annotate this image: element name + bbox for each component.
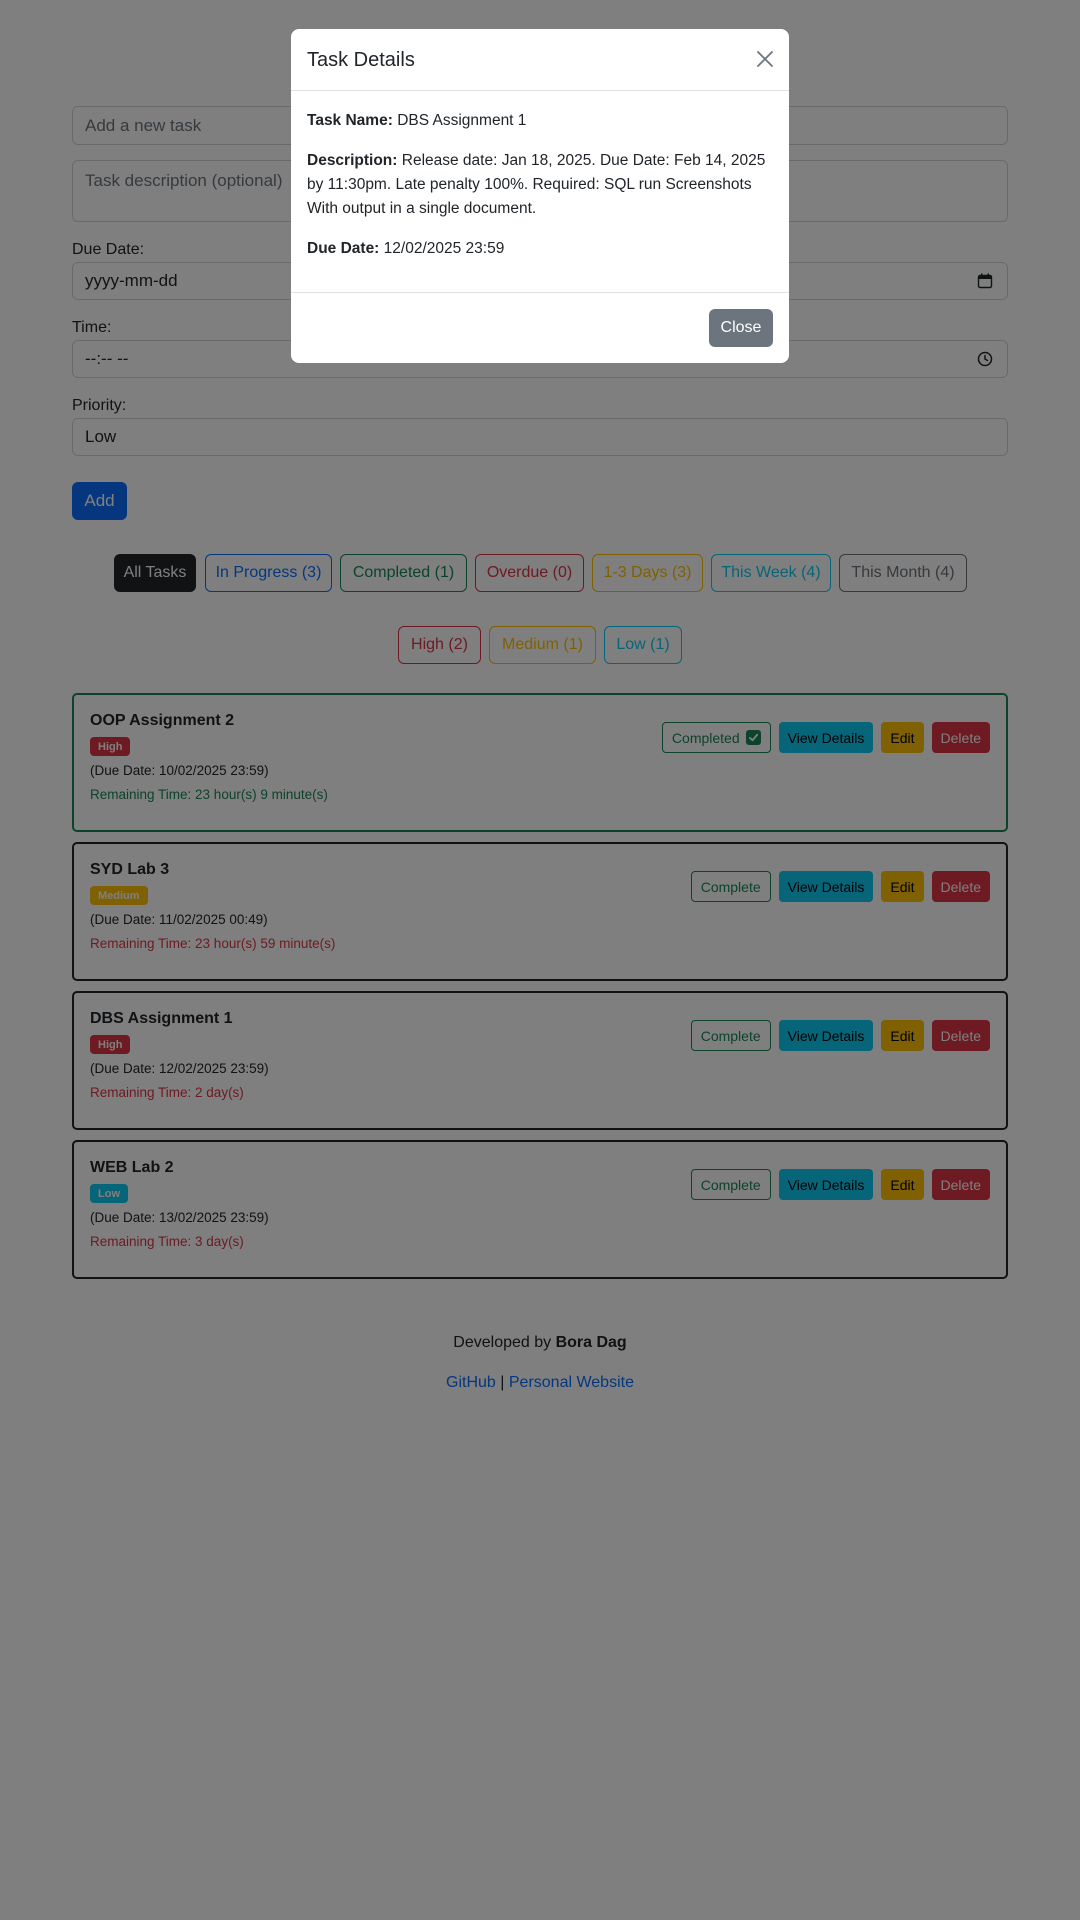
task-name-label: Task Name: — [307, 112, 393, 129]
due-date-value: 12/02/2025 23:59 — [383, 240, 505, 257]
description-row: Description: Release date: Jan 18, 2025.… — [307, 149, 773, 221]
due-date-label-modal: Due Date: — [307, 240, 380, 257]
modal-header: Task Details — [291, 29, 789, 91]
close-button[interactable]: Close — [709, 309, 773, 347]
modal-body: Task Name: DBS Assignment 1 Description:… — [307, 109, 773, 277]
description-label: Description: — [307, 152, 398, 169]
modal-title: Task Details — [307, 49, 415, 71]
close-icon[interactable] — [755, 49, 775, 69]
due-date-row: Due Date: 12/02/2025 23:59 — [307, 237, 773, 261]
task-name-row: Task Name: DBS Assignment 1 — [307, 109, 773, 133]
task-name-value: DBS Assignment 1 — [397, 112, 527, 129]
task-details-modal: Task Details Task Name: DBS Assignment 1… — [291, 29, 789, 363]
modal-footer: Close — [291, 292, 789, 363]
